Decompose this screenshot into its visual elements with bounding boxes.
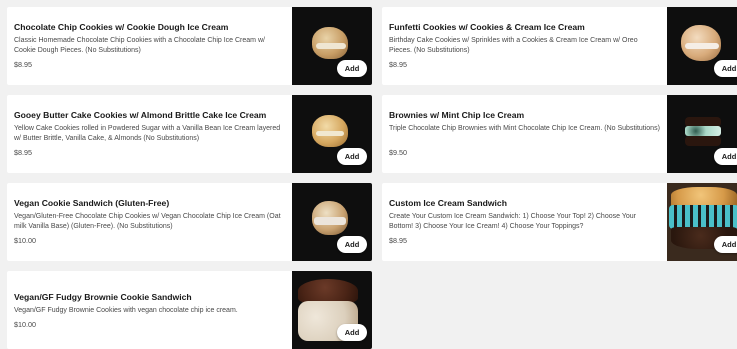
add-button[interactable]: Add bbox=[714, 236, 737, 253]
brownie-cookie-sandwich-image: Add bbox=[292, 271, 372, 349]
cookie-sandwich-image: Add bbox=[292, 183, 372, 261]
add-button[interactable]: Add bbox=[714, 60, 737, 77]
add-button[interactable]: Add bbox=[337, 236, 367, 253]
menu-item-title: Gooey Butter Cake Cookies w/ Almond Brit… bbox=[14, 110, 267, 120]
menu-item-card[interactable]: Vegan/GF Fudgy Brownie Cookie Sandwich V… bbox=[7, 271, 372, 349]
menu-item-card[interactable]: Funfetti Cookies w/ Cookies & Cream Ice … bbox=[382, 7, 737, 85]
menu-item-price: $10.00 bbox=[14, 236, 36, 245]
menu-item-description: Classic Homemade Chocolate Chip Cookies … bbox=[14, 37, 265, 54]
custom-sandwich-image: Add bbox=[667, 183, 737, 261]
menu-item-title: Custom Ice Cream Sandwich bbox=[389, 198, 507, 208]
menu-item-card[interactable]: Brownies w/ Mint Chip Ice Cream Triple C… bbox=[382, 95, 737, 173]
menu-item-title: Funfetti Cookies w/ Cookies & Cream Ice … bbox=[389, 22, 585, 32]
menu-item-card[interactable]: Vegan Cookie Sandwich (Gluten-Free) Vega… bbox=[7, 183, 372, 261]
menu-item-description: Triple Chocolate Chip Brownies with Mint… bbox=[389, 125, 660, 132]
add-button[interactable]: Add bbox=[337, 324, 367, 341]
menu-item-card[interactable]: Gooey Butter Cake Cookies w/ Almond Brit… bbox=[7, 95, 372, 173]
add-button[interactable]: Add bbox=[337, 148, 367, 165]
cookie-sandwich-image: Add bbox=[667, 7, 737, 85]
add-button[interactable]: Add bbox=[337, 60, 367, 77]
menu-item-card[interactable]: Custom Ice Cream Sandwich Create Your Cu… bbox=[382, 183, 737, 261]
menu-item-description: Create Your Custom Ice Cream Sandwich: 1… bbox=[389, 213, 636, 230]
menu-item-description: Yellow Cake Cookies rolled in Powdered S… bbox=[14, 125, 281, 142]
cookie-sandwich-image: Add bbox=[292, 7, 372, 85]
menu-item-title: Chocolate Chip Cookies w/ Cookie Dough I… bbox=[14, 22, 229, 32]
menu-item-title: Vegan/GF Fudgy Brownie Cookie Sandwich bbox=[14, 292, 192, 302]
menu-item-description: Vegan/Gluten-Free Chocolate Chip Cookies… bbox=[14, 213, 281, 230]
add-button[interactable]: Add bbox=[714, 148, 737, 165]
menu-item-price: $9.50 bbox=[389, 148, 407, 157]
menu-item-card[interactable]: Chocolate Chip Cookies w/ Cookie Dough I… bbox=[7, 7, 372, 85]
cookie-sandwich-image: Add bbox=[292, 95, 372, 173]
menu-item-price: $8.95 bbox=[14, 148, 32, 157]
menu-item-title: Brownies w/ Mint Chip Ice Cream bbox=[389, 110, 525, 120]
menu-item-price: $8.95 bbox=[389, 236, 407, 245]
menu-item-price: $8.95 bbox=[389, 60, 407, 69]
menu-item-description: Birthday Cake Cookies w/ Sprinkles with … bbox=[389, 37, 638, 54]
menu-item-price: $10.00 bbox=[14, 320, 36, 329]
menu-item-description: Vegan/GF Fudgy Brownie Cookies with vega… bbox=[14, 307, 238, 314]
menu-item-title: Vegan Cookie Sandwich (Gluten-Free) bbox=[14, 198, 170, 208]
brownie-sandwich-image: Add bbox=[667, 95, 737, 173]
menu-item-price: $8.95 bbox=[14, 60, 32, 69]
